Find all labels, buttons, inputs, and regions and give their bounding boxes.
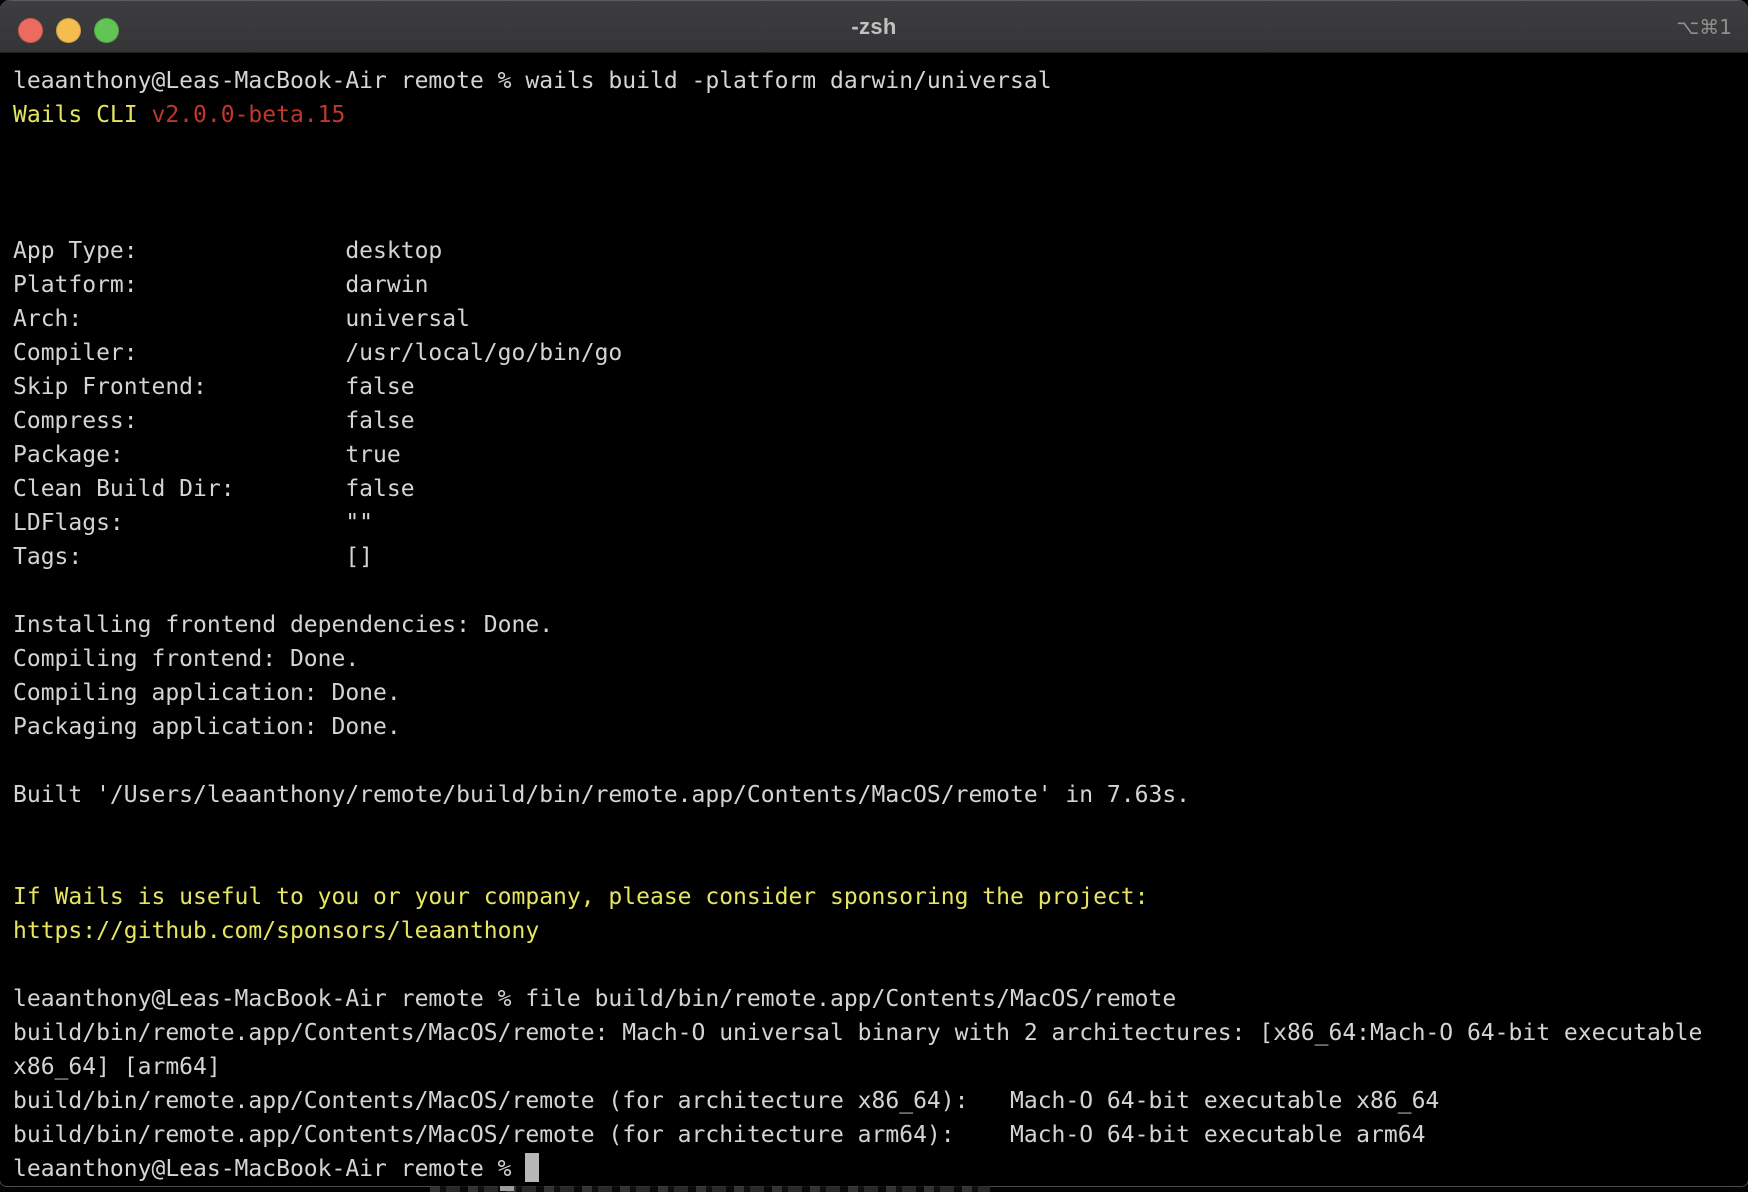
terminal-line: Installing frontend dependencies: Done. xyxy=(13,608,1738,642)
terminal-text: Built '/Users/leaanthony/remote/build/bi… xyxy=(13,782,1190,808)
terminal-line: build/bin/remote.app/Contents/MacOS/remo… xyxy=(13,1118,1738,1152)
terminal-line: Packaging application: Done. xyxy=(13,710,1738,744)
terminal-text: x86_64] [arm64] xyxy=(13,1054,221,1080)
terminal-line: Wails CLI v2.0.0-beta.15 xyxy=(13,98,1738,132)
titlebar[interactable]: -zsh ⌥⌘1 xyxy=(0,0,1748,53)
terminal-content[interactable]: leaanthony@Leas-MacBook-Air remote % wai… xyxy=(0,53,1748,1186)
terminal-line: LDFlags: "" xyxy=(13,506,1738,540)
terminal-line: Tags: [] xyxy=(13,540,1738,574)
terminal-key-value: Tags: [] xyxy=(13,544,373,570)
terminal-line: x86_64] [arm64] xyxy=(13,1050,1738,1084)
terminal-text: If Wails is useful to you or your compan… xyxy=(13,884,1148,910)
terminal-text: leaanthony@Leas-MacBook-Air remote % wai… xyxy=(13,68,1052,94)
terminal-blank-line xyxy=(13,574,1738,608)
terminal-line: Skip Frontend: false xyxy=(13,370,1738,404)
tab-shortcut-hint: ⌥⌘1 xyxy=(1676,0,1732,53)
terminal-key-value: Platform: darwin xyxy=(13,272,428,298)
terminal-blank-line xyxy=(13,744,1738,778)
terminal-line: Package: true xyxy=(13,438,1738,472)
terminal-key-value: Arch: universal xyxy=(13,306,470,332)
terminal-line: App Type: desktop xyxy=(13,234,1738,268)
terminal-line: Compress: false xyxy=(13,404,1738,438)
terminal-key-value: Compiler: /usr/local/go/bin/go xyxy=(13,340,622,366)
terminal-blank-line xyxy=(13,948,1738,982)
terminal-key-value: Clean Build Dir: false xyxy=(13,476,415,502)
terminal-text: build/bin/remote.app/Contents/MacOS/remo… xyxy=(13,1020,1702,1046)
terminal-line: https://github.com/sponsors/leaanthony xyxy=(13,914,1738,948)
terminal-window: -zsh ⌥⌘1 leaanthony@Leas-MacBook-Air rem… xyxy=(0,0,1748,1186)
screen: -zsh ⌥⌘1 leaanthony@Leas-MacBook-Air rem… xyxy=(0,0,1748,1192)
terminal-blank-line xyxy=(13,200,1738,234)
terminal-line: Platform: darwin xyxy=(13,268,1738,302)
shell-prompt: leaanthony@Leas-MacBook-Air remote % xyxy=(13,1152,1738,1186)
terminal-key-value: App Type: desktop xyxy=(13,238,442,264)
terminal-text: Compiling frontend: Done. xyxy=(13,646,359,672)
terminal-text: Installing frontend dependencies: Done. xyxy=(13,612,553,638)
background-window-fragment-highlight xyxy=(500,1186,514,1191)
terminal-blank-line xyxy=(13,132,1738,166)
background-window-fragment xyxy=(430,1186,990,1192)
text-cursor xyxy=(525,1153,539,1182)
terminal-text: build/bin/remote.app/Contents/MacOS/remo… xyxy=(13,1122,1425,1148)
terminal-line: If Wails is useful to you or your compan… xyxy=(13,880,1738,914)
terminal-line: leaanthony@Leas-MacBook-Air remote % fil… xyxy=(13,982,1738,1016)
sponsor-link[interactable]: https://github.com/sponsors/leaanthony xyxy=(13,918,539,944)
terminal-line: Clean Build Dir: false xyxy=(13,472,1738,506)
terminal-key-value: Compress: false xyxy=(13,408,415,434)
terminal-key-value: LDFlags: "" xyxy=(13,510,373,536)
terminal-line: leaanthony@Leas-MacBook-Air remote % wai… xyxy=(13,64,1738,98)
window-title: -zsh xyxy=(0,0,1748,53)
terminal-text: Compiling application: Done. xyxy=(13,680,401,706)
terminal-key-value: Skip Frontend: false xyxy=(13,374,415,400)
terminal-line: build/bin/remote.app/Contents/MacOS/remo… xyxy=(13,1084,1738,1118)
terminal-text: leaanthony@Leas-MacBook-Air remote % xyxy=(13,1156,525,1182)
terminal-line: Arch: universal xyxy=(13,302,1738,336)
terminal-blank-line xyxy=(13,846,1738,880)
terminal-text: leaanthony@Leas-MacBook-Air remote % fil… xyxy=(13,986,1176,1012)
terminal-blank-line xyxy=(13,812,1738,846)
terminal-text: build/bin/remote.app/Contents/MacOS/remo… xyxy=(13,1088,1439,1114)
terminal-text: v2.0.0-beta.15 xyxy=(151,102,345,128)
terminal-text: Wails CLI xyxy=(13,102,151,128)
terminal-line: Compiler: /usr/local/go/bin/go xyxy=(13,336,1738,370)
terminal-blank-line xyxy=(13,166,1738,200)
terminal-text: Packaging application: Done. xyxy=(13,714,401,740)
terminal-line: Compiling application: Done. xyxy=(13,676,1738,710)
terminal-line: Built '/Users/leaanthony/remote/build/bi… xyxy=(13,778,1738,812)
terminal-line: build/bin/remote.app/Contents/MacOS/remo… xyxy=(13,1016,1738,1050)
terminal-key-value: Package: true xyxy=(13,442,401,468)
terminal-line: Compiling frontend: Done. xyxy=(13,642,1738,676)
